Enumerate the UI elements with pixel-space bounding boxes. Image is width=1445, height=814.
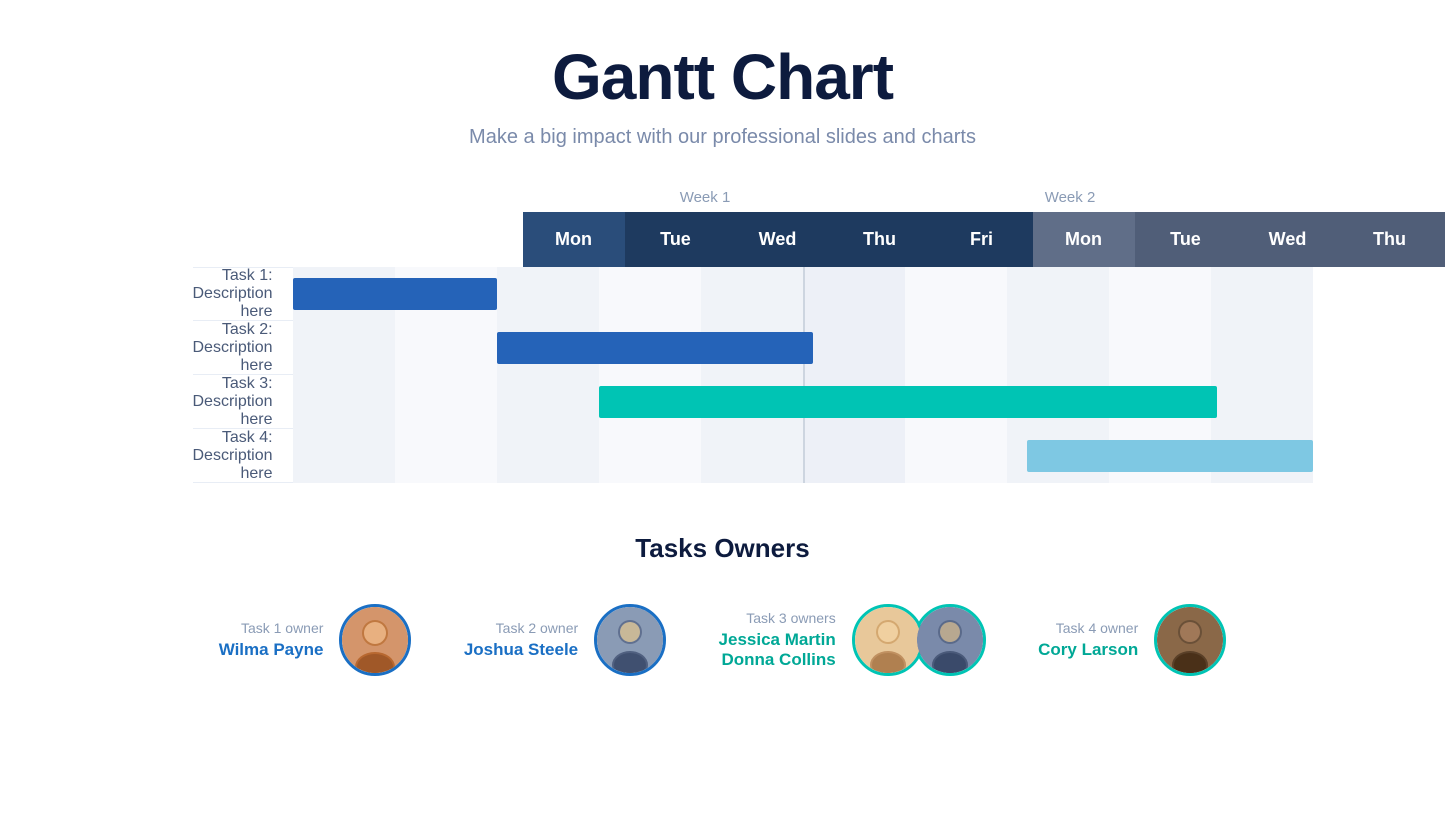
jessica-avatar (852, 604, 924, 676)
week2-label: Week 2 (888, 189, 1253, 206)
task1-bars (293, 267, 1313, 321)
owner3-label: Task 3 owners (719, 610, 836, 626)
owner-item-1: Task 1 owner Wilma Payne (219, 604, 412, 676)
owner3-name2: Donna Collins (719, 650, 836, 670)
owner4-text: Task 4 owner Cory Larson (1038, 620, 1138, 660)
donna-avatar-img (917, 607, 983, 673)
page-subtitle: Make a big impact with our professional … (469, 126, 976, 149)
w2-thu: Thu (1339, 212, 1441, 267)
gantt-header: Mon Tue Wed Thu Fri Mon Tue Wed Thu Fri (523, 212, 1253, 267)
w1-fri: Fri (931, 212, 1033, 267)
w1-tue: Tue (625, 212, 727, 267)
page-title: Gantt Chart (552, 40, 893, 114)
task-row-1: Task 1: Description here (193, 267, 1253, 321)
task1-label: Task 1: Description here (193, 267, 293, 321)
w2-wed: Wed (1237, 212, 1339, 267)
week2-days: Mon Tue Wed Thu Fri (1033, 212, 1445, 267)
owner4-avatar (1154, 604, 1226, 676)
owner4-name: Cory Larson (1038, 640, 1138, 660)
owner3-name1: Jessica Martin (719, 630, 836, 650)
gantt-body: Task 1: Description here Task 2: Descrip… (193, 267, 1253, 483)
owners-row: Task 1 owner Wilma Payne (193, 604, 1253, 676)
owner3-text: Task 3 owners Jessica Martin Donna Colli… (719, 610, 836, 670)
owner2-name: Joshua Steele (464, 640, 578, 660)
gantt-chart: Week 1 Week 2 Mon Tue Wed Thu Fri Mon Tu… (193, 189, 1253, 483)
task4-bars (293, 429, 1313, 483)
donna-avatar (914, 604, 986, 676)
task4-label: Task 4: Description here (193, 429, 293, 483)
cory-avatar-img (1157, 607, 1223, 673)
week1-label: Week 1 (523, 189, 888, 206)
week1-days: Mon Tue Wed Thu Fri (523, 212, 1033, 267)
task2-label: Task 2: Description here (193, 321, 293, 375)
owner2-avatar (594, 604, 666, 676)
w2-tue: Tue (1135, 212, 1237, 267)
owner3-avatars (852, 604, 986, 676)
w1-wed: Wed (727, 212, 829, 267)
task-row-4: Task 4: Description here (193, 429, 1253, 483)
jessica-avatar-img (855, 607, 921, 673)
joshua-avatar-img (597, 607, 663, 673)
task3-bar (599, 386, 1217, 418)
owners-title: Tasks Owners (193, 533, 1253, 564)
owner4-label: Task 4 owner (1038, 620, 1138, 636)
w1-mon: Mon (523, 212, 625, 267)
w2-mon: Mon (1033, 212, 1135, 267)
task-row-3: Task 3: Description here (193, 375, 1253, 429)
owner1-name: Wilma Payne (219, 640, 324, 660)
owner1-avatar (339, 604, 411, 676)
task3-bars (293, 375, 1313, 429)
task1-bar (293, 278, 497, 310)
task2-bar (497, 332, 813, 364)
owner-item-2: Task 2 owner Joshua Steele (464, 604, 666, 676)
w2-fri: Fri (1441, 212, 1445, 267)
owner1-text: Task 1 owner Wilma Payne (219, 620, 324, 660)
owner-item-3: Task 3 owners Jessica Martin Donna Colli… (719, 604, 986, 676)
task-row-2: Task 2: Description here (193, 321, 1253, 375)
task2-bars (293, 321, 1313, 375)
owner1-label: Task 1 owner (219, 620, 324, 636)
owner2-label: Task 2 owner (464, 620, 578, 636)
wilma-avatar-img (342, 607, 408, 673)
task4-bar (1027, 440, 1313, 472)
owner2-text: Task 2 owner Joshua Steele (464, 620, 578, 660)
task3-label: Task 3: Description here (193, 375, 293, 429)
owners-section: Tasks Owners Task 1 owner Wilma Payne (193, 533, 1253, 676)
owner-item-4: Task 4 owner Cory Larson (1038, 604, 1226, 676)
week-labels-row: Week 1 Week 2 (523, 189, 1253, 206)
w1-thu: Thu (829, 212, 931, 267)
